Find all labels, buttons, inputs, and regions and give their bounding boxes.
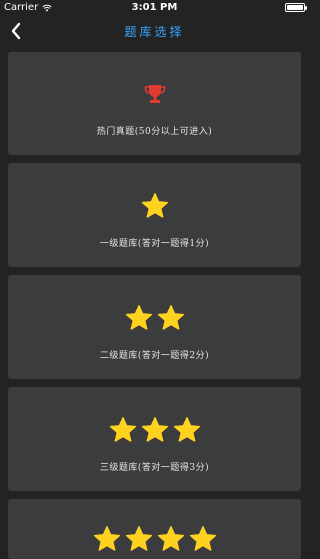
star-row [8,192,301,220]
star-icon [141,193,168,218]
battery-fill [287,5,303,10]
card-label: 三级题库(答对一题得3分) [99,463,210,473]
star-icon [125,305,152,330]
star-icon [109,417,136,442]
status-time: 3:01 PM [131,2,178,13]
card-level-3[interactable]: 三级题库(答对一题得3分) [8,387,301,491]
star-icon [141,417,168,442]
card-level-2[interactable]: 二级题库(答对一题得2分) [8,275,301,379]
card-level-4[interactable] [8,499,301,559]
card-hot-questions[interactable]: 热门真题(50分以上可进入) [8,52,301,155]
star-row [8,304,301,332]
card-label: 一级题库(答对一题得1分) [99,239,210,249]
page-title: 题库选择 [124,25,185,39]
card-label: 二级题库(答对一题得2分) [99,351,210,361]
navigation-bar: 题库选择 [0,16,309,46]
trophy-icon [144,85,165,103]
star-row [8,416,301,444]
star-icon [173,417,200,442]
status-bar: Carrier 3:01 PM [0,0,309,16]
battery-icon [285,3,307,12]
card-icon-row [8,84,301,104]
star-icon [157,305,184,330]
card-label: 热门真题(50分以上可进入) [96,127,213,137]
battery-group [285,3,307,12]
card-level-1[interactable]: 一级题库(答对一题得1分) [8,163,301,267]
